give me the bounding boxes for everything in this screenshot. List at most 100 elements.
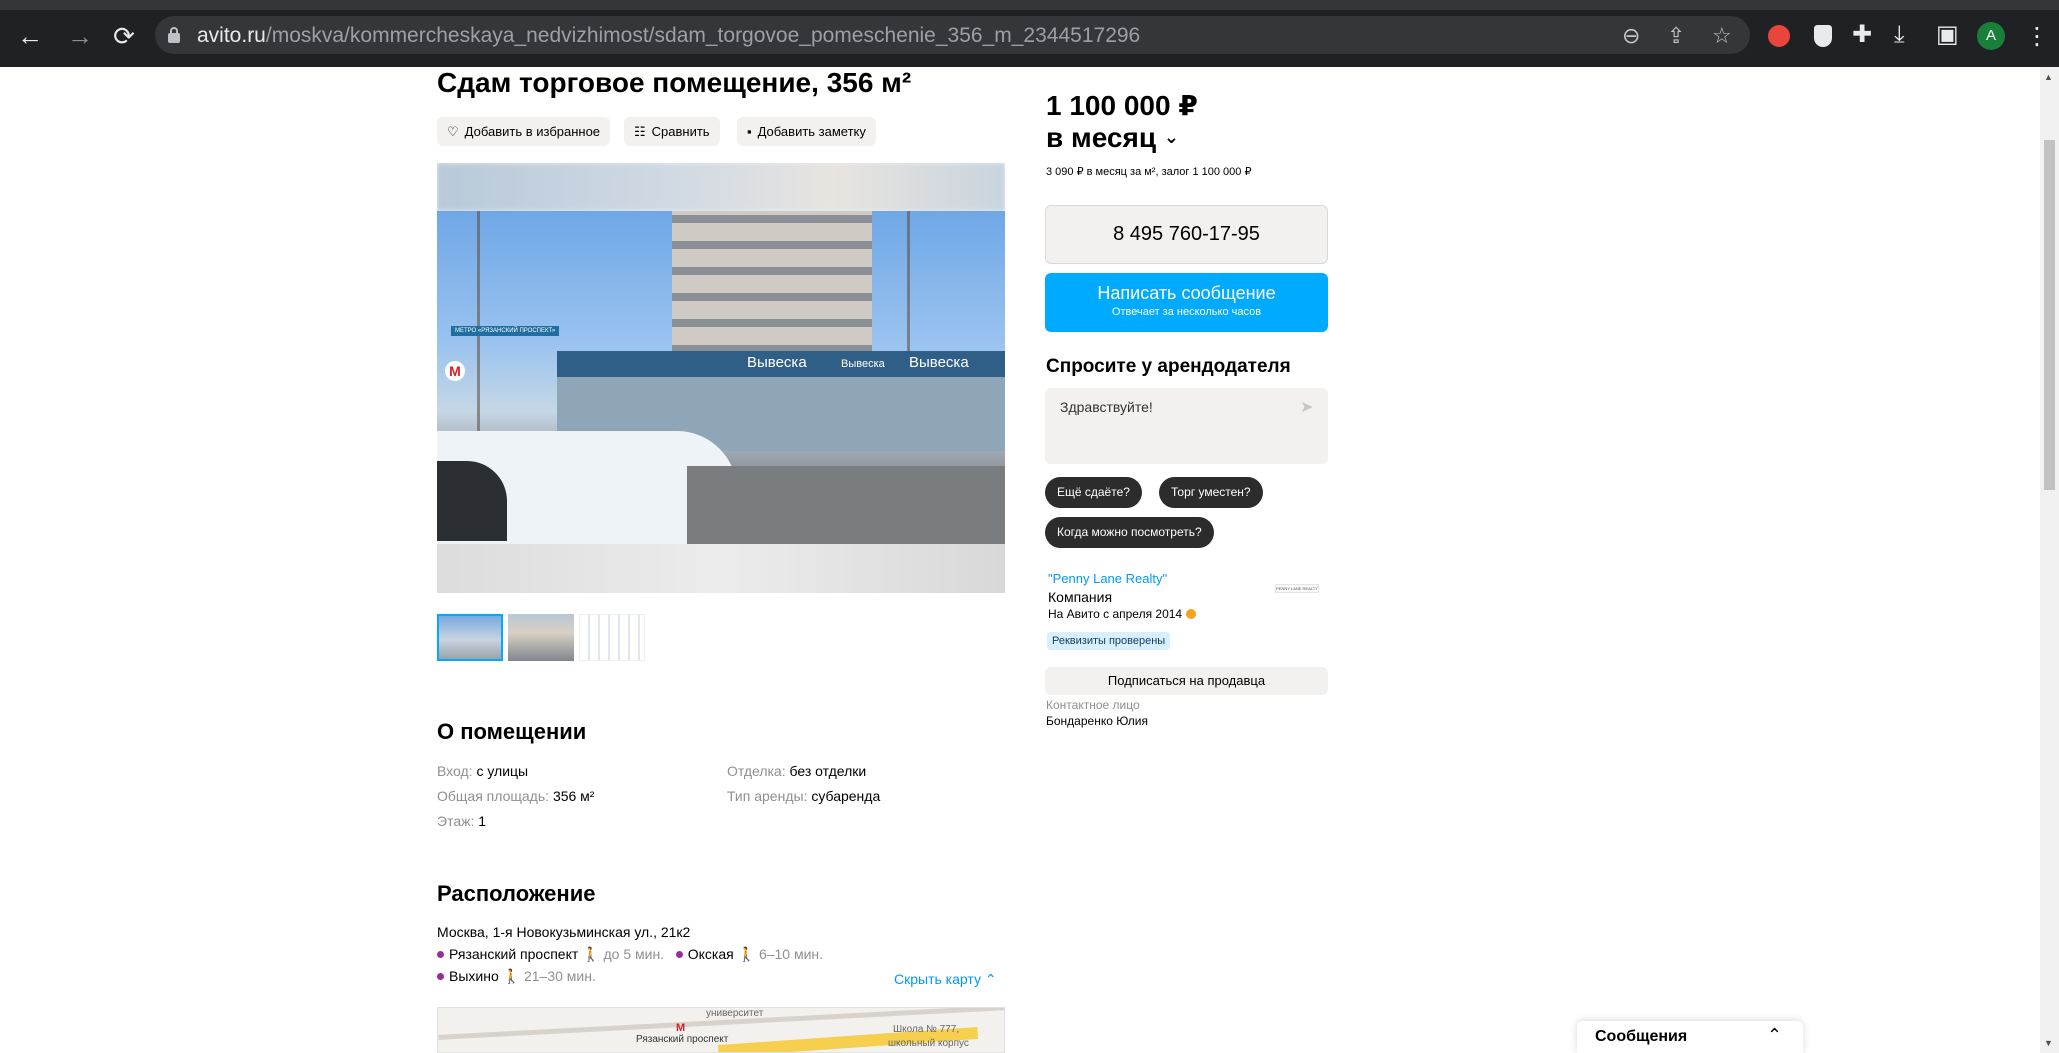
side-panel-icon[interactable]: ▣: [1936, 22, 1959, 48]
response-time-label: Отвечает за несколько часов: [1111, 306, 1262, 318]
extensions-puzzle-icon[interactable]: ✚: [1852, 22, 1872, 48]
metro-list-2: Выхино 🚶 21–30 мин.: [437, 968, 596, 985]
lock-icon[interactable]: [168, 27, 180, 43]
photo-gallery[interactable]: M МЕТРО «РЯЗАНСКИЙ ПРОСПЕКТ» Вывеска Выв…: [437, 163, 1005, 593]
add-favorite-label: Добавить в избранное: [464, 124, 601, 139]
price: 1 100 000 ₽: [1046, 90, 1198, 121]
photo-sign-label: Вывеска: [909, 354, 969, 371]
listing-page: Сдам торговое помещение, 356 м² ♡ Добавит…: [0, 67, 2040, 1053]
metro-line-dot: [437, 973, 444, 980]
bookmark-star-icon[interactable]: ☆: [1712, 25, 1732, 47]
heart-icon: ♡: [447, 124, 459, 139]
contact-person-label: Контактное лицо: [1046, 698, 1140, 712]
metro-station: Окская: [687, 946, 734, 962]
location-heading: Расположение: [437, 881, 596, 906]
metro-time: 21–30 мин.: [523, 968, 596, 984]
walking-icon: 🚶: [582, 946, 600, 962]
param-rent-type: Тип аренды: субаренда: [727, 788, 881, 804]
building-image: [672, 211, 872, 371]
seller-logo[interactable]: PENNY LANE REALTY: [1275, 584, 1319, 593]
compare-icon: ☷: [634, 124, 646, 139]
menu-icon[interactable]: ⋮: [2025, 22, 2049, 51]
messages-widget[interactable]: Сообщения ⌃: [1577, 1021, 1803, 1053]
contact-person-name: Бондаренко Юлия: [1046, 714, 1149, 728]
walking-icon: 🚶: [737, 946, 756, 962]
scroll-down-icon[interactable]: ▼: [2044, 1038, 2053, 1048]
chevron-down-icon: ⌄: [1163, 127, 1179, 147]
shield-extension-icon[interactable]: [1814, 25, 1832, 47]
seller-type: Компания: [1048, 589, 1113, 605]
quick-question-chip[interactable]: Торг уместен?: [1159, 477, 1263, 508]
verified-badge: Реквизиты проверены: [1047, 632, 1171, 650]
thumbnail-1[interactable]: [437, 614, 503, 661]
add-note-button[interactable]: ▪ Добавить заметку: [737, 117, 876, 146]
param-entrance: Вход: с улицы: [437, 763, 529, 779]
metro-time: 6–10 мин.: [758, 946, 824, 962]
address: Москва, 1-я Новокузьминская ул., 21к2: [437, 924, 691, 940]
seller-since: На Авито с апреля 2014: [1048, 607, 1197, 621]
quick-question-chip[interactable]: Ещё сдаёте?: [1045, 477, 1142, 508]
car-image: [437, 461, 507, 541]
write-message-label: Написать сообщение: [1097, 283, 1276, 303]
gallery-blur-top: [437, 163, 1005, 211]
thumbnail-3[interactable]: [579, 614, 645, 661]
metro-line-dot: [675, 951, 683, 958]
browser-toolbar: ← → ⟳ avito.ru/moskva/kommercheskaya_ned…: [0, 0, 2059, 67]
write-message-button[interactable]: Написать сообщение Отвечает за несколько…: [1045, 273, 1328, 332]
ask-landlord-heading: Спросите у арендодателя: [1046, 356, 1291, 377]
map-label-station: Рязанский проспект: [636, 1034, 729, 1045]
chevron-up-icon: ⌃: [1767, 1025, 1783, 1045]
metro-photo-label: МЕТРО «РЯЗАНСКИЙ ПРОСПЕКТ»: [451, 326, 560, 336]
walking-icon: 🚶: [502, 968, 521, 984]
quick-question-chip[interactable]: Когда можно посмотреть?: [1045, 517, 1214, 548]
hide-map-link[interactable]: Скрыть карту ⌃: [894, 971, 997, 988]
metro-icon: M: [445, 361, 465, 381]
metro-station: Выхино: [449, 968, 499, 984]
metro-station: Рязанский проспект: [449, 946, 579, 962]
road-image: [687, 466, 1005, 544]
messages-label: Сообщения: [1595, 1028, 1688, 1045]
zoom-icon[interactable]: ⊖: [1622, 25, 1640, 47]
ask-input-text[interactable]: Здравствуйте!: [1060, 399, 1153, 415]
forward-icon[interactable]: →: [66, 22, 94, 50]
add-note-label: Добавить заметку: [757, 124, 866, 139]
reload-icon[interactable]: ⟳: [110, 22, 138, 50]
main-photo[interactable]: M МЕТРО «РЯЗАНСКИЙ ПРОСПЕКТ» Вывеска Выв…: [437, 211, 1005, 544]
back-icon[interactable]: ←: [16, 22, 44, 50]
metro-list: Рязанский проспект 🚶 до 5 мин. Окская 🚶 …: [437, 946, 823, 963]
map-metro-icon: M: [676, 1022, 686, 1034]
share-icon[interactable]: ⇪: [1667, 25, 1685, 47]
thumbnail-2[interactable]: [508, 614, 574, 661]
param-floor: Этаж: 1: [437, 813, 487, 829]
adblock-extension-icon[interactable]: [1768, 25, 1790, 47]
note-icon: ▪: [747, 124, 752, 139]
add-favorite-button[interactable]: ♡ Добавить в избранное: [437, 117, 611, 146]
param-area: Общая площадь: 356 м²: [437, 788, 595, 804]
gallery-blur-bottom: [437, 544, 1005, 593]
show-phone-button[interactable]: 8 495 760-17-95: [1045, 205, 1328, 264]
tab-strip: [0, 0, 2059, 10]
page-title: Сдам торговое помещение, 356 м²: [437, 67, 912, 98]
scroll-up-icon[interactable]: ▲: [2044, 72, 2053, 82]
download-icon[interactable]: ⤓: [1894, 22, 1905, 48]
location-map[interactable]: университет M Рязанский проспект Школа №…: [437, 1007, 1005, 1053]
photo-sign-label: Вывеска: [747, 354, 807, 371]
badge-icon: [1186, 609, 1197, 619]
compare-label: Сравнить: [651, 124, 710, 139]
compare-button[interactable]: ☷ Сравнить: [624, 117, 720, 146]
metro-line-dot: [437, 951, 444, 958]
map-label-school-building: школьный корпус: [888, 1038, 969, 1049]
price-details: 3 090 ₽ в месяц за м², залог 1 100 000 ₽: [1046, 166, 1252, 178]
metro-time: до 5 мин.: [603, 946, 665, 962]
price-period-dropdown[interactable]: в месяц ⌄: [1046, 122, 1179, 154]
chevron-up-icon: ⌃: [984, 971, 997, 987]
subscribe-seller-button[interactable]: Подписаться на продавца: [1045, 667, 1328, 695]
send-icon[interactable]: ➤: [1300, 397, 1313, 417]
scrollbar-thumb[interactable]: [2044, 140, 2055, 490]
map-label-university: университет: [706, 1008, 764, 1019]
map-label-school: Школа № 777,: [893, 1024, 960, 1035]
url-text[interactable]: avito.ru/moskva/kommercheskaya_nedvizhim…: [197, 24, 1140, 48]
profile-avatar[interactable]: A: [1977, 22, 2005, 50]
param-finish: Отделка: без отделки: [727, 763, 867, 779]
seller-name-link[interactable]: "Penny Lane Realty": [1048, 571, 1167, 586]
